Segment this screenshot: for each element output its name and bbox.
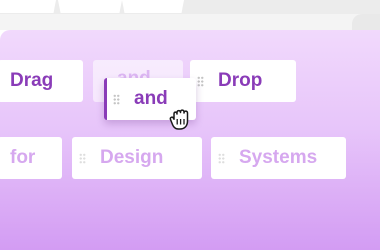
browser-tab[interactable]	[58, 0, 122, 13]
word-label: Systems	[239, 147, 318, 168]
word-card-design[interactable]: Design	[72, 137, 202, 179]
word-label: for	[10, 147, 36, 168]
word-label: Drop	[218, 70, 263, 91]
browser-tab[interactable]	[122, 0, 184, 13]
word-card-for[interactable]: for	[0, 137, 62, 179]
app-window: Drag and Drop and for Design Systems	[0, 0, 380, 250]
word-label: and	[134, 88, 168, 109]
drag-handle-icon[interactable]	[79, 152, 86, 164]
word-card-drag[interactable]: Drag	[0, 60, 83, 102]
drag-handle-icon[interactable]	[197, 75, 204, 87]
word-label: Design	[100, 147, 164, 168]
word-card-drop[interactable]: Drop	[190, 60, 296, 102]
grabbing-hand-cursor-icon	[169, 109, 189, 130]
window-toolbar	[0, 14, 380, 30]
browser-tab[interactable]	[0, 0, 56, 13]
drag-handle-icon[interactable]	[218, 152, 225, 164]
toolbar-corner	[352, 14, 380, 30]
browser-tab-strip	[0, 0, 380, 15]
drag-handle-icon[interactable]	[113, 93, 120, 105]
word-label: Drag	[10, 70, 54, 91]
word-card-systems[interactable]: Systems	[211, 137, 346, 179]
